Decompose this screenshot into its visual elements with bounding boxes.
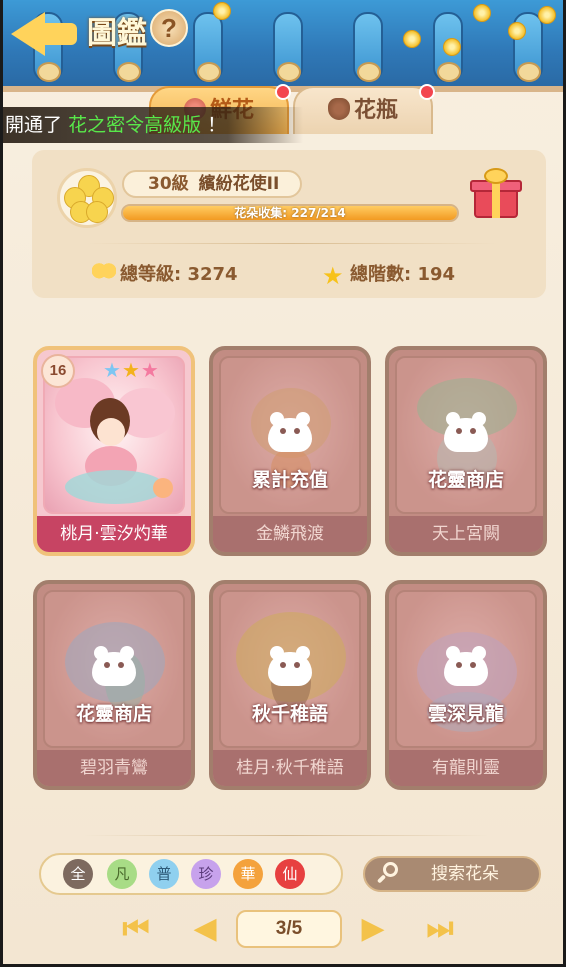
flower-card-name: 碧羽青鸞 bbox=[37, 750, 191, 786]
filter-splendid[interactable]: 華 bbox=[233, 859, 263, 889]
flower-card-name: 桂月·秋千稚語 bbox=[213, 750, 367, 786]
unlock-method: 花靈商店 bbox=[75, 703, 152, 725]
help-button[interactable]: ? bbox=[150, 9, 188, 47]
unlock-method: 花靈商店 bbox=[427, 469, 504, 491]
flower-card-name: 金鱗飛渡 bbox=[213, 516, 367, 552]
flower-card[interactable]: 雲深見龍 有龍則靈 bbox=[385, 580, 547, 790]
blossom-icon bbox=[403, 30, 421, 48]
roof-tile bbox=[353, 12, 383, 82]
filter-normal[interactable]: 普 bbox=[149, 859, 179, 889]
notification-dot bbox=[275, 84, 291, 100]
flower-card-name: 天上宮闕 bbox=[389, 516, 543, 552]
lock-overlay: 花靈商店 bbox=[389, 412, 543, 492]
flower-card-name: 有龍則靈 bbox=[389, 750, 543, 786]
total-level-label: 總等級: 3274 bbox=[120, 264, 238, 285]
rank-title: 繽紛花使II bbox=[198, 174, 280, 194]
rarity-filter-bar: 全 凡 普 珍 華 仙 bbox=[39, 853, 343, 895]
last-page-button[interactable]: ⏭ bbox=[419, 911, 461, 947]
star-icon: ★ bbox=[322, 262, 344, 290]
star-icon: ★ bbox=[140, 360, 160, 382]
first-page-button[interactable]: ⏮ bbox=[115, 911, 157, 947]
page-indicator: 3/5 bbox=[236, 910, 342, 948]
flower-card[interactable]: 累計充值 金鱗飛渡 bbox=[209, 346, 371, 556]
filter-common[interactable]: 凡 bbox=[107, 859, 137, 889]
blossom-icon bbox=[213, 2, 231, 20]
gift-box-button[interactable] bbox=[470, 168, 522, 220]
roof-tile bbox=[273, 12, 303, 82]
lock-icon bbox=[444, 412, 488, 452]
page-title: 圖鑑 bbox=[87, 16, 147, 51]
search-placeholder: 搜索花朵 bbox=[431, 864, 499, 884]
next-page-button[interactable]: ▶ bbox=[351, 911, 395, 947]
flower-card[interactable]: 花靈商店 天上宮闕 bbox=[385, 346, 547, 556]
flower-card-name: 桃月·雲汐灼華 bbox=[37, 516, 191, 552]
flower-card[interactable]: 16 ★★★ 桃月·雲汐灼華 bbox=[33, 346, 195, 556]
unlock-method: 雲深見龍 bbox=[427, 703, 504, 725]
divider bbox=[87, 243, 497, 244]
level-value: 30級 bbox=[148, 174, 189, 194]
unlock-method: 秋千稚語 bbox=[251, 703, 328, 725]
lock-icon bbox=[268, 412, 312, 452]
marquee-suffix: ！ bbox=[207, 114, 227, 136]
tab-vases[interactable]: 花瓶 bbox=[293, 84, 435, 134]
search-input[interactable]: 搜索花朵 bbox=[363, 856, 541, 892]
marquee-highlight: 花之密令高級版 bbox=[68, 114, 202, 136]
blossom-icon bbox=[538, 6, 556, 24]
search-icon bbox=[376, 862, 399, 884]
game-screen: 圖鑑 ? 鮮花 花瓶 開通了 花之密令高級版 ！ 30級繽紛花使II 花朵收集:… bbox=[0, 0, 566, 967]
collection-progress-bar: 花朵收集: 227/214 bbox=[121, 204, 459, 222]
prev-page-button[interactable]: ◀ bbox=[183, 911, 227, 947]
filter-all[interactable]: 全 bbox=[63, 859, 93, 889]
collection-info-panel: 30級 繽紛花使II 花朵收集: 227/214 總等級: 3274 ★ 總階數: … bbox=[32, 150, 546, 298]
lock-icon bbox=[444, 646, 488, 686]
total-stars-stat: ★ 總階數: 194 bbox=[322, 260, 456, 290]
filter-rare[interactable]: 珍 bbox=[191, 859, 221, 889]
blossom-icon bbox=[508, 22, 526, 40]
tab-vases-label: 花瓶 bbox=[353, 98, 398, 123]
lock-overlay: 雲深見龍 bbox=[389, 646, 543, 726]
progress-text: 花朵收集: 227/214 bbox=[234, 206, 346, 220]
total-level-stat: 總等級: 3274 bbox=[92, 260, 238, 286]
vase-icon bbox=[327, 98, 350, 120]
roof-tile bbox=[193, 12, 223, 82]
lock-icon bbox=[268, 646, 312, 686]
star-icon: ★ bbox=[121, 360, 141, 382]
lock-overlay: 花靈商店 bbox=[37, 646, 191, 726]
unlock-method: 累計充值 bbox=[251, 469, 328, 491]
level-title-box: 30級 繽紛花使II bbox=[122, 170, 302, 198]
back-button[interactable] bbox=[9, 8, 79, 58]
sprout-icon bbox=[92, 262, 116, 284]
announcement-marquee: 開通了 花之密令高級版 ！ bbox=[3, 107, 303, 143]
flower-card[interactable]: 秋千稚語 桂月·秋千稚語 bbox=[209, 580, 371, 790]
blossom-icon bbox=[473, 4, 491, 22]
lock-overlay: 秋千稚語 bbox=[213, 646, 367, 726]
notification-dot bbox=[419, 84, 435, 100]
filter-immortal[interactable]: 仙 bbox=[275, 859, 305, 889]
lock-overlay: 累計充值 bbox=[213, 412, 367, 492]
divider bbox=[83, 835, 489, 836]
blossom-icon bbox=[443, 38, 461, 56]
flower-card[interactable]: 花靈商店 碧羽青鸞 bbox=[33, 580, 195, 790]
card-level-badge: 16 bbox=[41, 354, 75, 388]
marquee-prefix: 開通了 bbox=[5, 114, 63, 136]
card-star-rating: ★★★ bbox=[103, 358, 160, 383]
flower-emblem-icon bbox=[57, 168, 117, 228]
star-icon: ★ bbox=[103, 360, 122, 382]
lock-icon bbox=[92, 646, 136, 686]
total-stars-label: 總階數: 194 bbox=[350, 264, 456, 285]
